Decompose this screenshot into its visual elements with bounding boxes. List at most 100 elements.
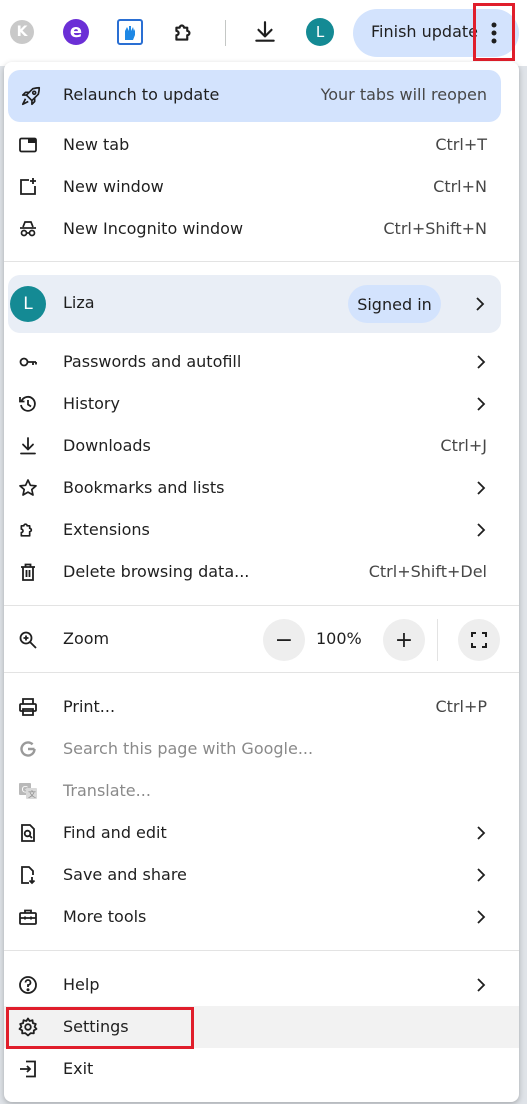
menu-item-extensions[interactable]: Extensions [4, 509, 519, 551]
menu-item-label: New Incognito window [63, 219, 244, 238]
menu-item-shortcut: Ctrl+Shift+N [383, 219, 487, 238]
menu-item-exit[interactable]: Exit [4, 1048, 519, 1090]
k-extension-icon[interactable]: K [6, 16, 38, 48]
profile-name: Liza [63, 293, 95, 312]
chevron-right-icon [475, 977, 487, 993]
menu-item-label: New tab [63, 135, 130, 154]
print-icon [18, 697, 38, 717]
browser-toolbar: K e L Finish update [0, 0, 527, 66]
download-icon[interactable] [249, 16, 281, 48]
new-window-icon [18, 177, 38, 197]
trash-icon [18, 562, 38, 582]
menu-item-label: Delete browsing data... [63, 562, 250, 581]
menu-item-label: Find and edit [63, 823, 167, 842]
menu-item-label: Bookmarks and lists [63, 478, 225, 497]
menu-item-label: Settings [63, 1017, 129, 1036]
menu-item-label: Passwords and autofill [63, 352, 242, 371]
menu-divider [4, 672, 519, 673]
menu-item-new-tab[interactable]: New tab Ctrl+T [4, 124, 519, 166]
e-extension-letter: e [63, 19, 89, 45]
signed-in-badge: Signed in [348, 285, 441, 323]
chevron-right-icon [475, 825, 487, 841]
menu-item-translate: G文 Translate... [4, 770, 519, 812]
menu-divider [4, 605, 519, 606]
download-icon [18, 436, 38, 456]
menu-divider [4, 950, 519, 951]
help-icon [18, 975, 38, 995]
menu-item-label: Translate... [63, 781, 151, 800]
incognito-icon [18, 219, 38, 239]
menu-item-label: Print... [63, 697, 116, 716]
chevron-right-icon [474, 296, 486, 312]
relaunch-label: Relaunch to update [63, 85, 220, 104]
menu-item-settings[interactable]: Settings [4, 1006, 519, 1048]
menu-item-label: Extensions [63, 520, 150, 539]
zoom-icon [18, 630, 38, 650]
relaunch-note: Your tabs will reopen [320, 85, 487, 104]
e-extension-icon[interactable]: e [60, 16, 92, 48]
profile-item[interactable]: L Liza Signed in [8, 275, 501, 333]
menu-item-new-incognito-window[interactable]: New Incognito window Ctrl+Shift+N [4, 208, 519, 250]
rocket-icon [20, 85, 42, 107]
menu-item-find-and-edit[interactable]: Find and edit [4, 812, 519, 854]
menu-item-print[interactable]: Print... Ctrl+P [4, 686, 519, 728]
zoom-in-button[interactable]: + [383, 619, 425, 661]
menu-item-label: Save and share [63, 865, 187, 884]
k-extension-letter: K [10, 20, 34, 44]
menu-item-shortcut: Ctrl+Shift+Del [368, 562, 487, 581]
menu-item-shortcut: Ctrl+T [435, 135, 487, 154]
menu-item-label: Downloads [63, 436, 151, 455]
fist-extension-icon[interactable] [114, 16, 146, 48]
avatar: L [10, 286, 46, 322]
zoom-level: 100% [316, 629, 362, 648]
zoom-out-button[interactable]: − [263, 619, 305, 661]
menu-item-shortcut: Ctrl+N [433, 177, 487, 196]
menu-item-label: More tools [63, 907, 147, 926]
menu-item-label: History [63, 394, 120, 413]
menu-item-shortcut: Ctrl+J [440, 436, 487, 455]
menu-item-label: Help [63, 975, 100, 994]
exit-icon [18, 1059, 38, 1079]
profile-avatar-button[interactable]: L [304, 16, 336, 48]
menu-item-label: New window [63, 177, 164, 196]
chrome-main-menu: Relaunch to update Your tabs will reopen… [4, 62, 519, 1102]
finish-update-label: Finish update [371, 22, 479, 41]
three-dot-menu-icon[interactable] [475, 6, 513, 60]
new-tab-icon [18, 135, 38, 155]
fullscreen-button[interactable] [458, 619, 500, 661]
menu-item-delete-browsing-data[interactable]: Delete browsing data... Ctrl+Shift+Del [4, 551, 519, 593]
menu-item-save-and-share[interactable]: Save and share [4, 854, 519, 896]
chevron-right-icon [475, 867, 487, 883]
menu-item-new-window[interactable]: New window Ctrl+N [4, 166, 519, 208]
puzzle-icon [18, 520, 38, 540]
menu-item-label: Exit [63, 1059, 94, 1078]
chevron-right-icon [475, 909, 487, 925]
menu-item-label: Search this page with Google... [63, 739, 314, 758]
chevron-right-icon [475, 396, 487, 412]
menu-item-downloads[interactable]: Downloads Ctrl+J [4, 425, 519, 467]
menu-item-help[interactable]: Help [4, 964, 519, 1006]
menu-item-history[interactable]: History [4, 383, 519, 425]
menu-item-bookmarks-and-lists[interactable]: Bookmarks and lists [4, 467, 519, 509]
menu-item-search-with-google: Search this page with Google... [4, 728, 519, 770]
toolbox-icon [18, 907, 38, 927]
google-icon [18, 739, 38, 759]
translate-icon: G文 [18, 781, 38, 801]
puzzle-extensions-icon[interactable] [168, 16, 200, 48]
menu-item-shortcut: Ctrl+P [435, 697, 487, 716]
avatar: L [306, 18, 334, 46]
key-icon [18, 352, 38, 372]
fullscreen-icon [471, 632, 487, 648]
svg-text:文: 文 [28, 789, 36, 799]
chevron-right-icon [475, 354, 487, 370]
save-share-icon [18, 865, 38, 885]
zoom-row: Zoom − 100% + [4, 615, 519, 665]
relaunch-to-update-item[interactable]: Relaunch to update Your tabs will reopen [8, 70, 501, 122]
menu-divider [4, 261, 519, 262]
menu-item-more-tools[interactable]: More tools [4, 896, 519, 938]
toolbar-separator [225, 20, 226, 46]
history-icon [18, 394, 38, 414]
star-icon [18, 478, 38, 498]
chevron-right-icon [475, 522, 487, 538]
menu-item-passwords-and-autofill[interactable]: Passwords and autofill [4, 341, 519, 383]
